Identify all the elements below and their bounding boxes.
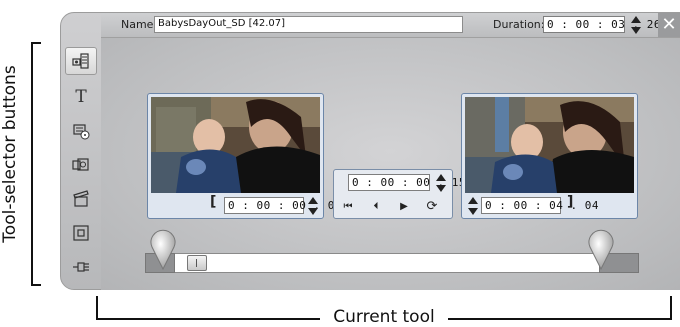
picture-in-picture-tool-button[interactable] <box>65 219 97 247</box>
clip-title-bar: Name: BabysDayOut_SD [42.07] Duration: 0… <box>101 13 680 37</box>
start-frame-panel: [ 0 : 00 : 00 . 09 <box>147 93 341 219</box>
spin-down-icon[interactable] <box>631 27 641 34</box>
playback-controls-panel: 0 : 00 : 00 . 15 ⏮ ⏴ ▶ ⟳ <box>333 169 465 219</box>
duration-field[interactable]: 0 : 00 : 03 . 26 <box>543 16 660 33</box>
duration-spinner[interactable] <box>631 16 641 34</box>
set-end-bracket[interactable]: ] <box>567 194 573 210</box>
tool-window: T Name: BabysDayOut_SD [42.07] Duration:… <box>60 12 680 290</box>
set-start-bracket[interactable]: [ <box>210 194 216 210</box>
end-trim-handle[interactable] <box>588 229 614 273</box>
chroma-key-tool-icon <box>73 262 89 272</box>
spin-down-icon[interactable] <box>468 208 478 215</box>
video-effects-tool-icon <box>73 190 89 207</box>
name-label: Name: <box>121 18 158 31</box>
current-timecode-spinner[interactable] <box>436 174 446 192</box>
disc-menu-tool-icon <box>73 124 90 140</box>
start-frame-image <box>151 97 320 193</box>
duration-label: Duration: <box>493 18 545 31</box>
bracket-left-tick <box>96 296 98 320</box>
spin-up-icon[interactable] <box>308 197 318 204</box>
current-tool-bracket: Current tool <box>96 296 672 327</box>
video-effects-tool-button[interactable] <box>65 185 97 213</box>
start-trim-handle[interactable] <box>150 229 176 273</box>
end-timecode-field[interactable]: 0 : 00 : 04 . 04 <box>481 197 598 214</box>
play-icon[interactable]: ▶ <box>396 200 412 214</box>
end-frame-image <box>465 97 634 193</box>
trim-scrubber-track[interactable] <box>145 253 639 273</box>
bracket-line-left <box>96 318 320 320</box>
bracket-right-tick <box>670 296 672 320</box>
close-button[interactable]: ✕ <box>658 13 680 37</box>
title-tool-icon: T <box>75 87 87 107</box>
tool-selector-toolbar: T <box>61 41 99 287</box>
spin-up-icon[interactable] <box>631 16 641 23</box>
current-tool-annotation: Current tool <box>333 307 435 327</box>
loop-icon[interactable]: ⟳ <box>424 200 440 214</box>
picture-in-picture-tool-icon <box>73 225 89 241</box>
spin-up-icon[interactable] <box>468 197 478 204</box>
spin-down-icon[interactable] <box>308 208 318 215</box>
step-back-icon[interactable]: ⏴ <box>368 200 384 214</box>
go-to-start-icon[interactable]: ⏮ <box>340 200 356 214</box>
end-timecode-spinner[interactable] <box>468 197 478 215</box>
start-timecode-field[interactable]: 0 : 00 : 00 . 09 <box>224 197 341 214</box>
disc-menu-tool-button[interactable] <box>65 117 97 145</box>
bracket-line-right <box>448 318 672 320</box>
tool-selector-bracket <box>31 42 41 286</box>
clip-properties-tool-button[interactable] <box>65 47 97 75</box>
chroma-key-tool-button[interactable] <box>65 253 97 281</box>
transition-tool-button[interactable] <box>65 151 97 179</box>
start-timecode-spinner[interactable] <box>308 197 318 215</box>
title-tool-button[interactable]: T <box>65 83 97 111</box>
clip-name-field[interactable]: BabysDayOut_SD [42.07] <box>154 16 463 33</box>
tool-selector-buttons-annotation: Tool-selector buttons <box>0 65 20 243</box>
transition-tool-icon <box>72 158 89 171</box>
spin-down-icon[interactable] <box>436 185 446 192</box>
current-timecode-field[interactable]: 0 : 00 : 00 . 15 <box>348 174 465 191</box>
clip-properties-tool-icon <box>72 53 89 69</box>
end-frame-panel: 0 : 00 : 04 . 04 ] <box>461 93 638 219</box>
spin-up-icon[interactable] <box>436 174 446 181</box>
scrubber-handle[interactable] <box>187 255 207 271</box>
